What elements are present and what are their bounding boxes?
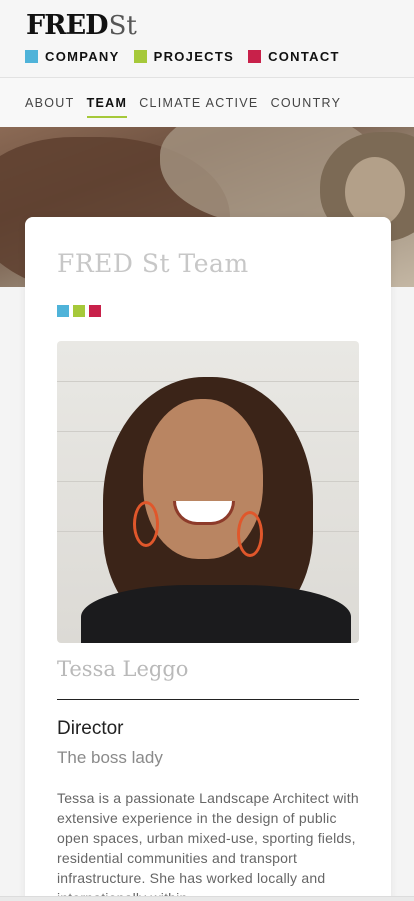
main-nav: COMPANY PROJECTS CONTACT xyxy=(25,49,354,64)
member-name: Tessa Leggo xyxy=(57,657,189,681)
site-logo[interactable]: FRED St xyxy=(26,10,137,41)
page-title: FRED St Team xyxy=(57,249,249,278)
bottom-edge xyxy=(0,896,414,901)
nav-item-label: CONTACT xyxy=(268,49,340,64)
subnav-country[interactable]: COUNTRY xyxy=(271,96,342,110)
contact-color-square xyxy=(248,50,262,63)
member-photo xyxy=(57,341,359,643)
photo-earring xyxy=(133,501,159,547)
member-role: Director xyxy=(57,718,124,739)
photo-earring xyxy=(237,511,263,557)
logo-bold-text: FRED xyxy=(26,10,109,41)
name-divider xyxy=(57,699,359,700)
subnav-about[interactable]: ABOUT xyxy=(25,96,75,110)
nav-item-label: PROJECTS xyxy=(153,49,235,64)
red-square xyxy=(89,305,101,317)
green-square xyxy=(73,305,85,317)
team-member-card: FRED St Team Tessa Leggo Director The bo… xyxy=(25,217,391,901)
nav-item-projects[interactable]: PROJECTS xyxy=(133,49,235,64)
photo-body xyxy=(81,585,351,643)
projects-color-square xyxy=(133,50,147,63)
site-header: FRED St COMPANY PROJECTS CONTACT xyxy=(0,0,414,78)
subnav-climate-active[interactable]: CLIMATE ACTIVE xyxy=(139,96,258,110)
sub-nav: ABOUT TEAM CLIMATE ACTIVE COUNTRY xyxy=(0,78,414,127)
company-color-square xyxy=(25,50,38,63)
nav-item-label: COMPANY xyxy=(45,49,120,64)
nav-item-contact[interactable]: CONTACT xyxy=(248,49,340,64)
brand-color-squares xyxy=(57,305,105,317)
logo-light-text: St xyxy=(108,11,137,41)
member-tagline: The boss lady xyxy=(57,748,163,767)
member-bio: Tessa is a passionate Landscape Architec… xyxy=(57,790,359,901)
nav-item-company[interactable]: COMPANY xyxy=(25,49,120,64)
blue-square xyxy=(57,305,69,317)
subnav-team[interactable]: TEAM xyxy=(86,96,128,118)
